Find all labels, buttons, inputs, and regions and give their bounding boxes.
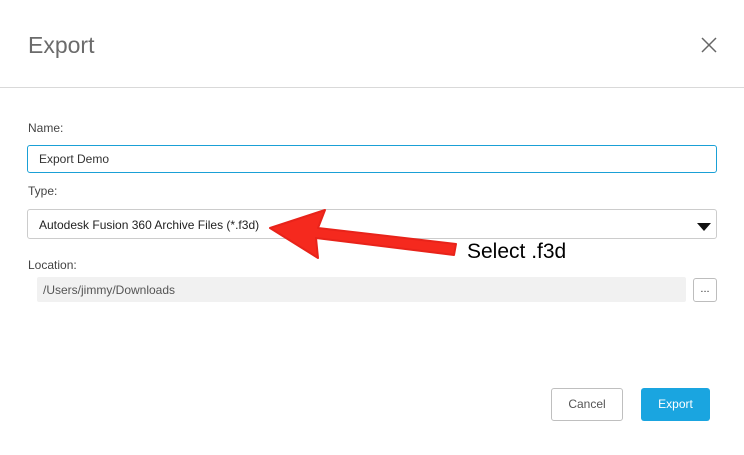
type-select[interactable]: Autodesk Fusion 360 Archive Files (*.f3d… (27, 209, 717, 239)
browse-button[interactable]: ... (693, 278, 717, 302)
close-icon (701, 37, 717, 53)
cancel-button[interactable]: Cancel (551, 388, 623, 421)
location-label: Location: (28, 258, 77, 272)
location-value: /Users/jimmy/Downloads (43, 283, 176, 297)
header-divider (0, 87, 744, 88)
name-input[interactable] (27, 145, 717, 173)
export-button[interactable]: Export (641, 388, 710, 421)
name-label: Name: (28, 121, 64, 135)
type-label: Type: (28, 184, 58, 198)
caret-down-icon (697, 219, 711, 237)
close-button[interactable] (698, 34, 720, 56)
export-dialog: Export Name: Type: Autodesk Fusion 360 A… (0, 0, 744, 455)
annotation-text: Select .f3d (467, 240, 567, 263)
dialog-title: Export (28, 32, 95, 58)
location-field: /Users/jimmy/Downloads (37, 277, 686, 302)
type-select-value: Autodesk Fusion 360 Archive Files (*.f3d… (39, 218, 260, 232)
